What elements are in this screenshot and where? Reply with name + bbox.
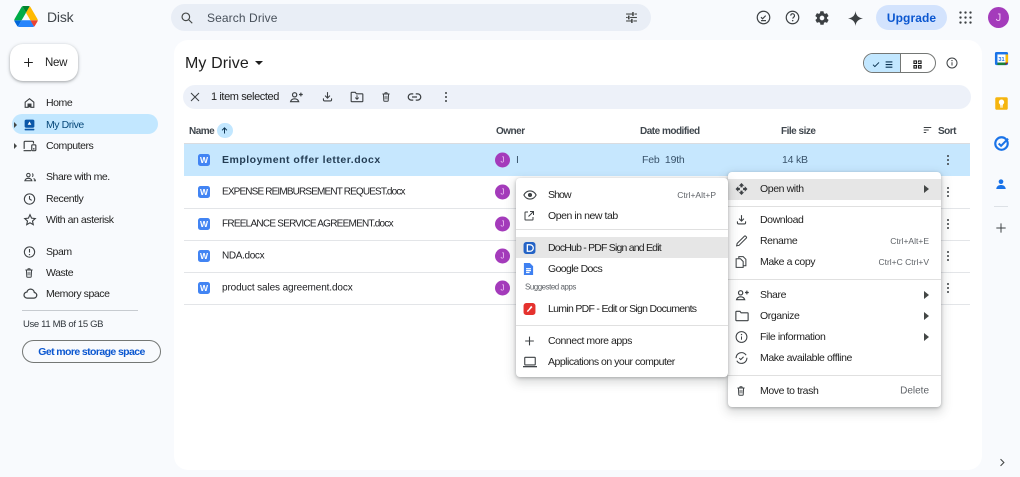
svg-text:31: 31 xyxy=(998,57,1004,63)
